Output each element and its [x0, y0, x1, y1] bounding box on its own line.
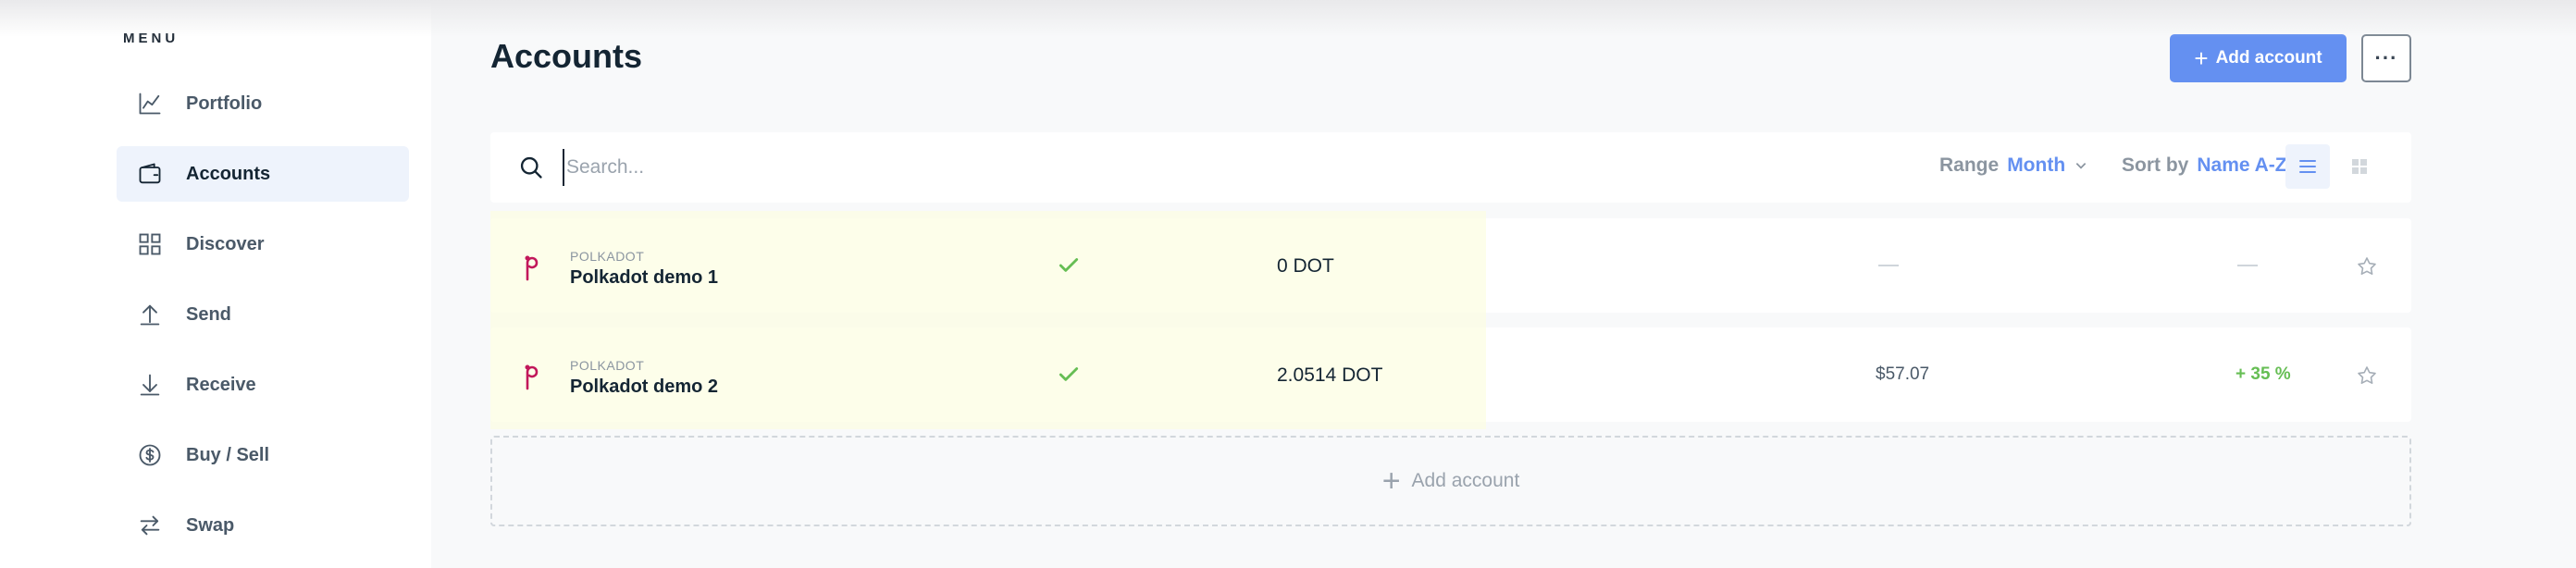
plus-icon: + — [2194, 44, 2209, 72]
chevron-down-icon — [2075, 163, 2087, 169]
wallet-icon — [139, 163, 161, 184]
grid-icon — [2352, 159, 2367, 174]
sidebar-item-label: Portfolio — [186, 93, 263, 114]
account-row[interactable]: POLKADOT Polkadot demo 1 0 DOT — [490, 211, 2411, 320]
sidebar-item-send[interactable]: Send — [117, 287, 409, 342]
plus-icon: + — [1381, 463, 1401, 499]
dollar-circle-icon — [139, 444, 161, 466]
polkadot-icon — [525, 364, 539, 390]
account-currency: POLKADOT — [570, 249, 645, 264]
check-icon — [1059, 367, 1079, 381]
menu-title: MENU — [123, 31, 180, 46]
sidebar: MENU Portfolio Accounts Discover Send Re… — [0, 0, 431, 568]
account-balance: 0 DOT — [1277, 255, 1334, 277]
account-row[interactable]: POLKADOT Polkadot demo 2 2.0514 DOT $57.… — [490, 320, 2411, 429]
check-icon — [1059, 258, 1079, 272]
sidebar-item-label: Receive — [186, 374, 256, 395]
add-account-button[interactable]: + Add account — [2170, 34, 2347, 82]
search-icon — [520, 156, 542, 179]
sidebar-item-label: Swap — [186, 514, 235, 536]
sort-filter[interactable]: Sort by Name A-Z — [2122, 154, 2310, 177]
sidebar-nav: Portfolio Accounts Discover Send Receive… — [117, 76, 409, 568]
add-account-button-label: Add account — [2215, 48, 2322, 68]
range-filter[interactable]: Range Month — [1939, 154, 2087, 177]
account-balance: 2.0514 DOT — [1277, 364, 1383, 386]
account-fiat-value: $57.07 — [1876, 364, 1930, 384]
list-icon — [2299, 160, 2316, 173]
sidebar-item-receive[interactable]: Receive — [117, 357, 409, 413]
sidebar-item-portfolio[interactable]: Portfolio — [117, 76, 409, 131]
polkadot-icon — [525, 255, 539, 281]
account-name: Polkadot demo 2 — [570, 377, 719, 397]
range-filter-value: Month — [2007, 154, 2066, 176]
account-change: + 35 % — [2235, 364, 2291, 384]
grid-view-toggle[interactable] — [2337, 144, 2382, 189]
change-value-empty — [2237, 265, 2258, 266]
account-name: Polkadot demo 1 — [570, 267, 719, 288]
swap-arrows-icon — [140, 515, 160, 536]
page-title: Accounts — [490, 37, 643, 75]
sidebar-item-discover[interactable]: Discover — [117, 216, 409, 272]
more-options-button[interactable]: ··· — [2361, 34, 2411, 82]
sidebar-item-label: Send — [186, 303, 231, 325]
sidebar-item-swap[interactable]: Swap — [117, 498, 409, 553]
grid-icon — [139, 233, 161, 255]
sort-filter-value: Name A-Z — [2197, 154, 2287, 176]
search-input[interactable] — [563, 149, 1118, 186]
add-account-placeholder[interactable]: + Add account — [490, 436, 2411, 526]
sidebar-item-label: Accounts — [186, 163, 271, 184]
arrow-down-icon — [140, 374, 160, 396]
sidebar-item-label: Buy / Sell — [186, 444, 270, 465]
star-icon[interactable] — [2356, 364, 2378, 387]
accounts-toolbar: Range Month Sort by Name A-Z — [490, 132, 2411, 203]
list-view-toggle[interactable] — [2285, 144, 2330, 189]
star-icon[interactable] — [2356, 255, 2378, 278]
sidebar-item-accounts[interactable]: Accounts — [117, 146, 409, 202]
account-currency: POLKADOT — [570, 358, 645, 373]
sort-filter-label: Sort by — [2122, 154, 2189, 176]
chart-line-icon — [139, 93, 161, 115]
sidebar-item-label: Discover — [186, 233, 265, 254]
row-highlight — [490, 211, 1486, 320]
range-filter-label: Range — [1939, 154, 2000, 176]
add-account-placeholder-label: Add account — [1411, 470, 1520, 491]
more-icon: ··· — [2374, 46, 2398, 69]
main-content: Accounts + Add account ··· Range Month S… — [431, 0, 2576, 568]
fiat-value-empty — [1878, 265, 1899, 266]
sidebar-item-buy-sell[interactable]: Buy / Sell — [117, 427, 409, 483]
arrow-up-icon — [140, 304, 160, 326]
